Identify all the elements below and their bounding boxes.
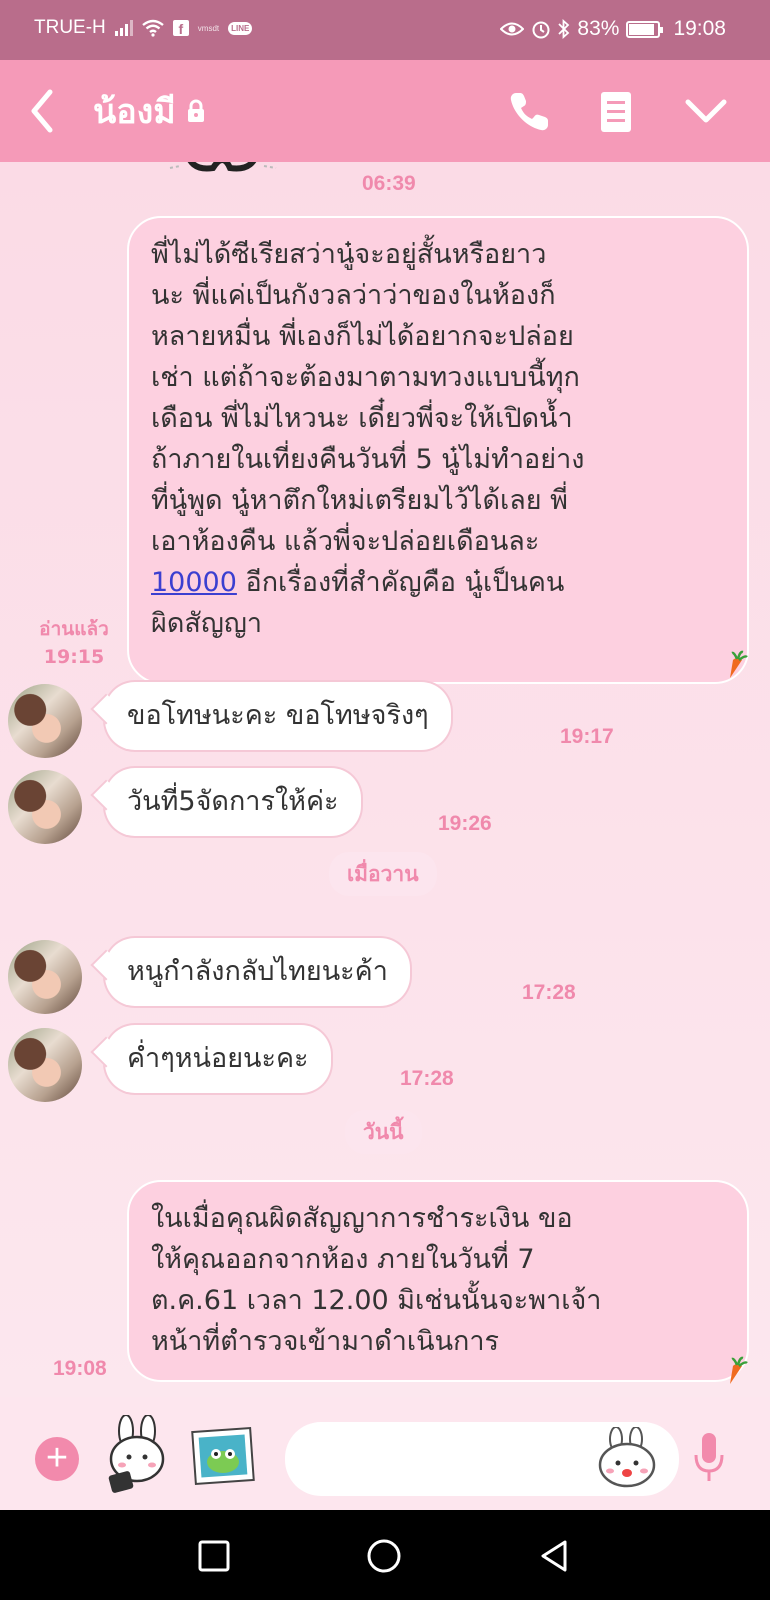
outgoing-message[interactable]: ในเมื่อคุณผิดสัญญาการชำระเงิน ขอ ให้คุณอ… xyxy=(127,1180,749,1382)
message-time: 17:28 xyxy=(400,1067,454,1090)
image-icon[interactable] xyxy=(190,1424,256,1486)
status-bar: TRUE-H f vmsdt LINE 83% 19:08 xyxy=(0,0,770,60)
date-separator: เมื่อวาน xyxy=(329,852,437,896)
incoming-message[interactable]: ขอโทษนะคะ ขอโทษจริงๆ xyxy=(105,682,451,750)
read-receipt: อ่านแล้ว 19:15 xyxy=(27,615,121,671)
home-icon[interactable] xyxy=(366,1538,402,1574)
message-text: วันที่5จัดการให้ค่ะ xyxy=(127,786,339,817)
status-left: TRUE-H f vmsdt LINE xyxy=(34,17,253,39)
incoming-message[interactable]: วันที่5จัดการให้ค่ะ xyxy=(105,768,361,836)
clock: 19:08 xyxy=(673,17,726,40)
message-line: ในเมื่อคุณผิดสัญญาการชำระเงิน ขอ xyxy=(151,1203,573,1234)
message-text: ค่ำๆหน่อยนะคะ xyxy=(127,1043,309,1074)
read-label: อ่านแล้ว xyxy=(39,618,109,640)
sticker-icon[interactable] xyxy=(104,1415,176,1495)
message-line: 10000 อีกเรื่องที่สำคัญคือ นู๋เป็นคน xyxy=(151,562,727,603)
avatar[interactable] xyxy=(8,770,82,844)
microphone-icon[interactable] xyxy=(692,1431,726,1485)
message-time: 19:17 xyxy=(560,725,614,748)
message-line: ถ้าภายในเที่ยงคืนวันที่ 5 นู๋ไม่ทำอย่าง xyxy=(151,444,585,475)
incoming-message[interactable]: หนูกำลังกลับไทยนะค้า xyxy=(105,938,410,1006)
battery-icon xyxy=(626,20,664,38)
message-line: ให้คุณออกจากห้อง ภายในวันที่ 7 xyxy=(151,1244,535,1275)
message-line: ที่นู๋พูด นู๋หาตึกใหม่เตรียมไว้ได้เลย พี… xyxy=(151,485,568,516)
message-time: 19:26 xyxy=(438,812,492,835)
message-line: เอาห้องคืน แล้วพี่จะปล่อยเดือนละ xyxy=(151,526,540,557)
plus-icon[interactable]: + xyxy=(35,1437,79,1481)
chat-area: 06:39 อ่านแล้ว 19:15 พี่ไม่ได้ซีเรียสว่า… xyxy=(0,162,770,1397)
line-app-icon: LINE xyxy=(228,21,253,35)
carrot-icon xyxy=(730,650,748,678)
message-line: พี่ไม่ได้ซีเรียสว่านู๋จะอยู่สั้นหรือยาว xyxy=(151,239,547,270)
input-bar: + xyxy=(0,1397,770,1510)
avatar[interactable] xyxy=(8,684,82,758)
facebook-icon: f xyxy=(172,20,189,37)
recent-apps-icon[interactable] xyxy=(196,1538,232,1574)
date-separator: วันนี้ xyxy=(345,1110,422,1154)
avatar[interactable] xyxy=(8,1028,82,1102)
incoming-message[interactable]: ค่ำๆหน่อยนะคะ xyxy=(105,1025,331,1093)
message-line-text: อีกเรื่องที่สำคัญคือ นู๋เป็นคน xyxy=(236,567,565,598)
message-text: ขอโทษนะคะ ขอโทษจริงๆ xyxy=(127,700,429,731)
message-time: 19:15 xyxy=(43,646,105,668)
message-line: หลายหมื่น พี่เองก็ไม่ได้อยากจะปล่อย xyxy=(151,321,574,352)
message-line: เดือน พี่ไม่ไหวนะ เดี๋ยวพี่จะให้เปิดน้ำ xyxy=(151,403,573,434)
message-line: นะ พี่แค่เป็นกังวลว่าว่าของในห้องก็ xyxy=(151,280,556,311)
message-text: หนูกำลังกลับไทยนะค้า xyxy=(127,956,388,987)
bluetooth-icon xyxy=(558,19,570,39)
message-line: ต.ค.61 เวลา 12.00 มิเช่นนั้นจะพาเจ้า xyxy=(151,1285,602,1316)
carrot-icon xyxy=(730,1356,748,1384)
battery-percent: 83% xyxy=(577,17,620,40)
contact-name: น้องมี xyxy=(93,92,176,132)
alarm-icon xyxy=(532,21,550,39)
lock-icon xyxy=(187,99,204,122)
wifi-icon xyxy=(142,19,164,37)
message-time: 19:08 xyxy=(53,1357,107,1380)
menu-icon[interactable] xyxy=(592,88,640,136)
chevron-down-icon[interactable] xyxy=(682,88,730,136)
signal-icon xyxy=(114,20,133,36)
back-nav-icon[interactable] xyxy=(537,1538,573,1574)
message-time: 17:28 xyxy=(522,981,576,1004)
navigation-bar xyxy=(0,1510,770,1600)
message-line: ผิดสัญญา xyxy=(151,608,263,639)
sticker-time: 06:39 xyxy=(362,172,416,195)
battery-fill xyxy=(629,23,655,35)
message-line: หน้าที่ตำรวจเข้ามาดำเนินการ xyxy=(151,1326,500,1357)
eye-icon xyxy=(500,22,525,36)
number-link[interactable]: 10000 xyxy=(151,567,237,598)
chat-title[interactable]: น้องมี xyxy=(93,84,206,138)
emoji-icon[interactable] xyxy=(596,1427,658,1489)
status-right: 83% 19:08 xyxy=(500,17,726,41)
phone-icon[interactable] xyxy=(505,88,553,136)
message-line: เช่า แต่ถ้าจะต้องมาตามทวงแบบนี้ทุก xyxy=(151,362,580,393)
sticker-fragment xyxy=(169,162,277,172)
avatar[interactable] xyxy=(8,940,82,1014)
small-status-label: vmsdt xyxy=(197,23,220,33)
carrier-label: TRUE-H xyxy=(34,17,106,38)
chat-header: น้องมี xyxy=(0,60,770,162)
chevron-left-icon[interactable] xyxy=(20,82,64,140)
outgoing-message[interactable]: พี่ไม่ได้ซีเรียสว่านู๋จะอยู่สั้นหรือยาว … xyxy=(127,216,749,684)
